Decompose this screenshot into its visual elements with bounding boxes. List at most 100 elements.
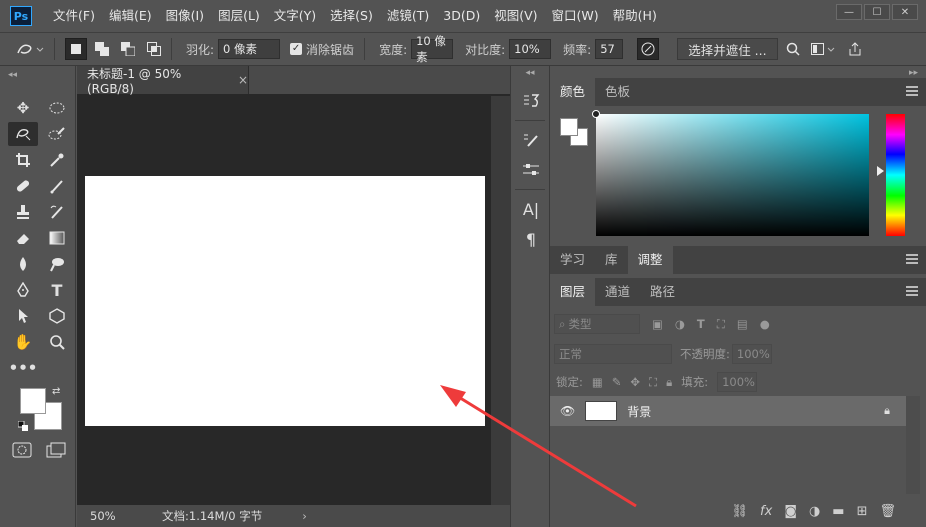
- brush-settings-icon[interactable]: [511, 125, 551, 155]
- quick-mask-icon[interactable]: [12, 442, 32, 461]
- opacity-input[interactable]: 100%: [731, 344, 772, 364]
- adjustment-filter-icon[interactable]: ◑: [675, 317, 685, 331]
- tab-swatches[interactable]: 色板: [595, 78, 640, 106]
- menu-select[interactable]: 选择(S): [323, 0, 380, 32]
- panel-menu-icon[interactable]: [906, 86, 918, 96]
- menu-type[interactable]: 文字(Y): [267, 0, 323, 32]
- close-button[interactable]: ✕: [892, 4, 918, 20]
- crop-tool-icon[interactable]: [8, 148, 38, 172]
- hue-slider[interactable]: [886, 114, 905, 236]
- menu-image[interactable]: 图像(I): [159, 0, 211, 32]
- dodge-tool-icon[interactable]: [42, 252, 72, 276]
- pen-tool-icon[interactable]: [8, 278, 38, 302]
- new-layer-icon[interactable]: ⊞: [857, 504, 868, 519]
- swap-colors-icon[interactable]: ⇄: [52, 386, 60, 397]
- quick-selection-tool-icon[interactable]: [42, 122, 72, 146]
- filter-toggle-icon[interactable]: ●: [760, 317, 770, 331]
- adjustment-layer-icon[interactable]: ◑: [809, 504, 820, 519]
- collapse-panel-icon[interactable]: ◂◂: [8, 70, 17, 80]
- tab-paths[interactable]: 路径: [640, 278, 685, 306]
- layer-visibility-icon[interactable]: 👁︎: [560, 404, 575, 418]
- blend-mode-select[interactable]: 正常: [554, 344, 672, 364]
- layer-row[interactable]: 👁︎ 背景 🔒︎: [550, 396, 906, 426]
- zoom-tool-icon[interactable]: [42, 330, 72, 354]
- tab-layers[interactable]: 图层: [550, 278, 596, 306]
- hue-slider-handle-icon[interactable]: [877, 166, 884, 176]
- tab-learn[interactable]: 学习: [550, 246, 595, 274]
- gradient-tool-icon[interactable]: [42, 226, 72, 250]
- history-panel-icon[interactable]: [511, 86, 551, 116]
- link-layers-icon[interactable]: ⛓: [732, 504, 749, 519]
- type-tool-icon[interactable]: T: [42, 278, 72, 302]
- share-button[interactable]: [844, 38, 866, 60]
- subtract-selection-button[interactable]: [117, 38, 139, 60]
- vertical-scrollbar[interactable]: [491, 96, 510, 506]
- path-selection-tool-icon[interactable]: [8, 304, 38, 328]
- lock-artboard-icon[interactable]: ⛶: [649, 375, 657, 390]
- color-picker-cursor[interactable]: [592, 110, 600, 118]
- color-panel-foreground-swatch[interactable]: [560, 118, 578, 136]
- smart-object-filter-icon[interactable]: ▤: [737, 317, 748, 331]
- move-tool-icon[interactable]: ✥: [8, 96, 38, 120]
- foreground-color-swatch[interactable]: [20, 388, 46, 414]
- select-and-mask-button[interactable]: 选择并遮住 ...: [677, 38, 778, 60]
- saturation-picker[interactable]: [596, 114, 869, 236]
- marquee-tool-icon[interactable]: [42, 96, 72, 120]
- menu-view[interactable]: 视图(V): [487, 0, 544, 32]
- feather-input[interactable]: 0 像素: [218, 39, 281, 59]
- tab-color[interactable]: 颜色: [550, 78, 596, 106]
- eyedropper-tool-icon[interactable]: [42, 148, 72, 172]
- panel-menu-icon[interactable]: [906, 286, 918, 296]
- tab-libraries[interactable]: 库: [595, 246, 628, 274]
- shape-tool-icon[interactable]: [42, 304, 72, 328]
- fill-input[interactable]: 100%: [717, 372, 758, 392]
- width-input[interactable]: 10 像素: [411, 34, 454, 64]
- healing-brush-tool-icon[interactable]: [8, 174, 38, 198]
- layer-filter-select[interactable]: ⌕ 类型: [554, 314, 640, 334]
- delete-layer-icon[interactable]: 🗑︎: [879, 504, 896, 519]
- maximize-button[interactable]: ☐: [864, 4, 890, 20]
- menu-3d[interactable]: 3D(D): [436, 0, 487, 32]
- screen-mode-icon[interactable]: [46, 442, 66, 461]
- lock-pixels-icon[interactable]: ✎: [612, 375, 622, 389]
- add-mask-icon[interactable]: ◙: [784, 504, 797, 519]
- paragraph-panel-icon[interactable]: ¶: [511, 224, 551, 254]
- menu-help[interactable]: 帮助(H): [606, 0, 664, 32]
- more-tools-icon[interactable]: •••: [8, 356, 38, 380]
- canvas[interactable]: [85, 176, 485, 426]
- menu-window[interactable]: 窗口(W): [545, 0, 606, 32]
- zoom-level[interactable]: 50%: [90, 509, 150, 523]
- add-selection-button[interactable]: [91, 38, 113, 60]
- new-group-icon[interactable]: ▬: [832, 504, 844, 519]
- workspace-switcher[interactable]: [808, 38, 840, 60]
- expand-panels-icon[interactable]: ▸▸: [909, 68, 918, 78]
- pen-pressure-button[interactable]: [637, 38, 660, 60]
- lasso-tool-icon[interactable]: [8, 122, 38, 146]
- clone-stamp-tool-icon[interactable]: [8, 200, 38, 224]
- contrast-input[interactable]: 10%: [509, 39, 552, 59]
- shape-filter-icon[interactable]: ⛶: [717, 317, 725, 332]
- frequency-input[interactable]: 57: [595, 39, 624, 59]
- antialias-checkbox[interactable]: ✓: [290, 43, 303, 55]
- panel-menu-icon[interactable]: [906, 254, 918, 264]
- pixel-filter-icon[interactable]: ▣: [652, 317, 663, 331]
- menu-layer[interactable]: 图层(L): [211, 0, 267, 32]
- character-panel-icon[interactable]: A|: [511, 194, 551, 224]
- tab-adjustments[interactable]: 调整: [627, 246, 673, 274]
- menu-file[interactable]: 文件(F): [46, 0, 102, 32]
- minimize-button[interactable]: —: [836, 4, 862, 20]
- brush-tool-icon[interactable]: [42, 174, 72, 198]
- lock-all-icon[interactable]: 🔒︎: [666, 375, 672, 390]
- layer-style-icon[interactable]: fx: [760, 504, 772, 519]
- intersect-selection-button[interactable]: [143, 38, 165, 60]
- hand-tool-icon[interactable]: ✋: [8, 330, 38, 354]
- collapse-strip-icon[interactable]: ◂◂: [511, 66, 549, 86]
- close-tab-icon[interactable]: ×: [238, 73, 248, 87]
- menu-filter[interactable]: 滤镜(T): [380, 0, 436, 32]
- type-filter-icon[interactable]: T: [697, 317, 705, 331]
- lock-position-icon[interactable]: ✥: [630, 375, 640, 389]
- lock-transparency-icon[interactable]: ▦: [592, 375, 603, 389]
- menu-edit[interactable]: 编辑(E): [102, 0, 159, 32]
- layers-scrollbar[interactable]: [906, 396, 920, 494]
- status-menu-arrow-icon[interactable]: ›: [302, 509, 307, 523]
